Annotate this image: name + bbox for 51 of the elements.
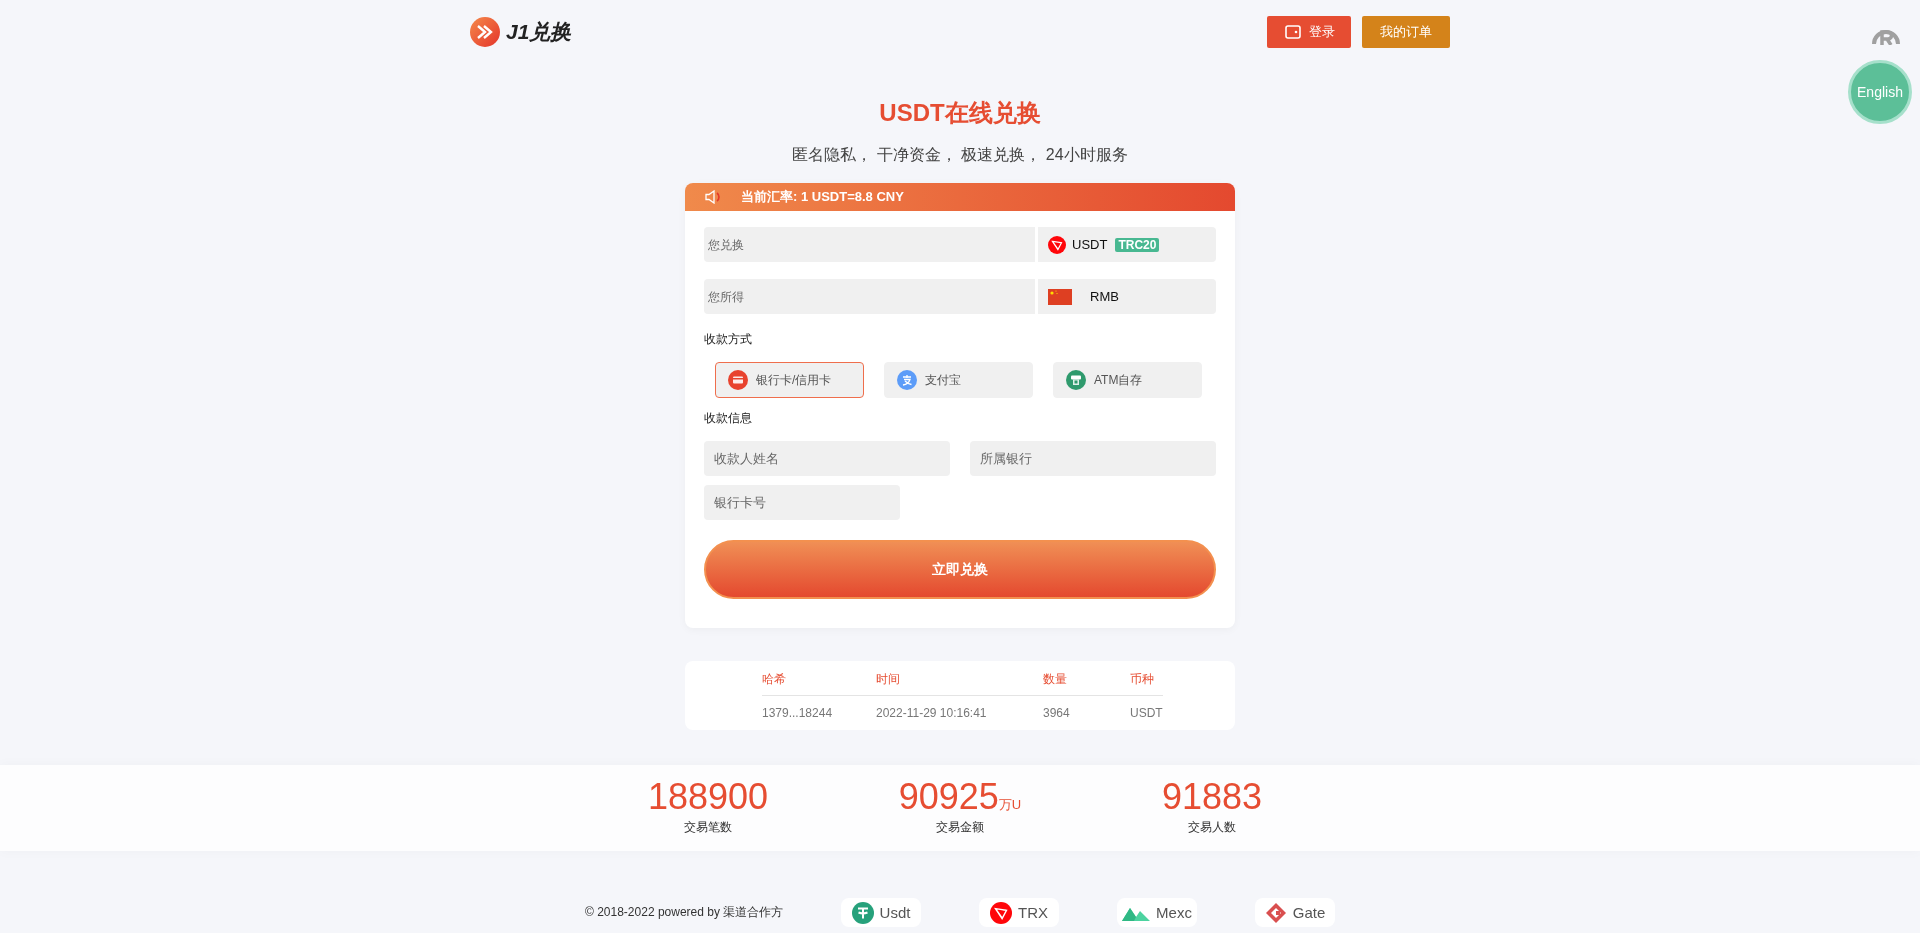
gate-icon (1264, 901, 1287, 924)
amount-field[interactable]: 您所得 (704, 279, 1035, 314)
login-button[interactable]: 登录 (1267, 16, 1351, 48)
section-label: 收款信息 (704, 410, 753, 427)
tron-icon (1048, 235, 1066, 254)
column-header: 数量 (1043, 672, 1067, 686)
payment-method[interactable]: ATM自存 (1053, 362, 1202, 398)
logo-icon (470, 17, 500, 47)
table-cell: 3964 (1043, 706, 1070, 720)
subtitle: 匿名隐私， 干净资金， 极速兑换， 24小时服务 (792, 145, 1128, 165)
text-field[interactable]: 所属银行 (970, 441, 1216, 476)
table-cell: 1379...18244 (762, 706, 833, 720)
atm-icon (1066, 370, 1086, 390)
currency-label: USDT (1072, 237, 1108, 252)
column-header: 时间 (876, 672, 900, 686)
wallet-icon (1285, 25, 1301, 39)
text-field[interactable]: 收款人姓名 (704, 441, 950, 476)
partner-link[interactable]: Usdt (841, 898, 921, 927)
stat-label: 交易笔数 (684, 819, 732, 836)
currency-label: RMB (1090, 289, 1119, 304)
network-tag: TRC20 (1115, 237, 1160, 252)
payment-method[interactable]: 支付宝 (884, 362, 1033, 398)
page-title: USDT在线兑换 (879, 98, 1041, 128)
stat-value: 188900 (647, 777, 769, 817)
table-cell: 2022-11-29 10:16:41 (876, 706, 987, 720)
tether-icon (851, 901, 874, 924)
amount-field[interactable]: 您兑换 (704, 227, 1035, 262)
alipay-icon (897, 370, 917, 390)
table-cell: USDT (1130, 706, 1163, 720)
currency-selector[interactable]: USDT TRC20 (1038, 227, 1216, 262)
payment-method[interactable]: 银行卡/信用卡 (715, 362, 864, 398)
stat-label: 交易金额 (936, 819, 984, 836)
tron-icon (990, 901, 1012, 924)
copyright-text: © 2018-2022 powered by 渠道合作方 (585, 904, 785, 921)
section-label: 收款方式 (704, 331, 753, 348)
partner-link[interactable]: Mexc (1117, 898, 1197, 927)
bank-card-icon (728, 370, 748, 390)
circle-icon (1872, 30, 1900, 45)
stat-value: 90925万U (898, 777, 1022, 817)
china-flag-icon (1048, 288, 1072, 305)
currency-selector[interactable]: RMB (1038, 279, 1216, 314)
column-header: 哈希 (762, 672, 786, 686)
partner-link[interactable]: TRX (979, 898, 1059, 927)
logo-text: J1兑换 (506, 19, 572, 45)
exchange-rate: 当前汇率: 1 USDT=8.8 CNY (741, 188, 904, 206)
column-header: 币种 (1130, 672, 1154, 686)
stat-value: 91883 (1161, 777, 1263, 817)
text-field[interactable]: 银行卡号 (704, 485, 900, 520)
partner-link[interactable]: Gate (1255, 898, 1335, 927)
stat-label: 交易人数 (1188, 819, 1236, 836)
speaker-icon (705, 190, 723, 204)
